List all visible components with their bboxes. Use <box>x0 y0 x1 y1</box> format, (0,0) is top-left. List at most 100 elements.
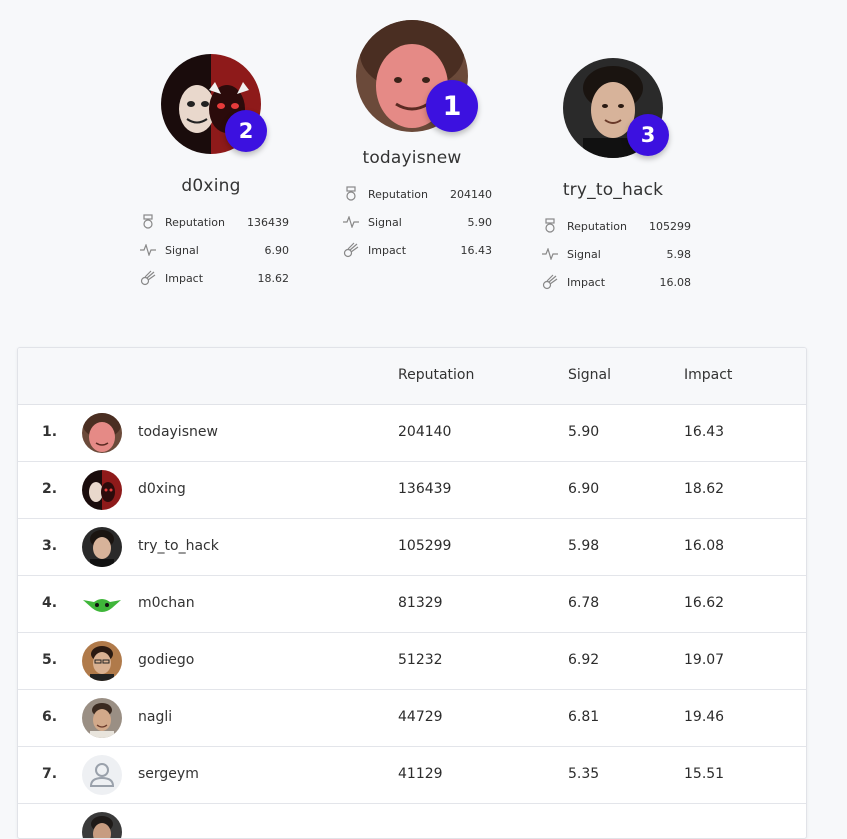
rank-badge: 1 <box>426 80 478 132</box>
medal-icon <box>139 213 157 231</box>
medal-icon <box>541 217 559 235</box>
impact-stat: Impact 16.43 <box>342 236 492 264</box>
table-row[interactable]: 3. try_to_hack 105299 5.98 16.08 <box>18 519 806 576</box>
reputation-stat: Reputation 105299 <box>541 212 691 240</box>
rank-number: 5. <box>42 652 58 668</box>
table-row[interactable]: 6. nagli 44729 6.81 19.46 <box>18 690 806 747</box>
signal-header[interactable]: Signal <box>568 367 611 383</box>
avatar[interactable] <box>82 413 122 453</box>
stat-label: Reputation <box>368 187 428 201</box>
avatar[interactable] <box>82 527 122 567</box>
stat-label: Impact <box>567 275 606 289</box>
rank-number: 7. <box>42 766 58 782</box>
medal-icon <box>342 185 360 203</box>
pulse-icon <box>139 241 157 259</box>
impact-value: 16.43 <box>684 424 725 440</box>
rank-badge: 3 <box>627 114 669 156</box>
stat-value: 204140 <box>450 187 492 201</box>
impact-value: 15.51 <box>684 766 725 782</box>
impact-value: 18.62 <box>684 481 725 497</box>
table-row[interactable]: 1. todayisnew 204140 5.90 16.43 <box>18 405 806 462</box>
username[interactable]: try_to_hack <box>138 538 219 554</box>
table-header: Reputation Signal Impact <box>18 348 806 405</box>
reputation-stat: Reputation 204140 <box>342 180 492 208</box>
avatar[interactable] <box>82 641 122 681</box>
username[interactable]: m0chan <box>138 595 195 611</box>
podium-stats: Reputation 136439 Signal 6.90 Impact 18.… <box>139 208 289 292</box>
podium-card-3: 3 try_to_hack Reputation 105299 Signal 5… <box>513 58 713 290</box>
username[interactable]: nagli <box>138 709 172 725</box>
table-row[interactable]: 5. godiego 51232 6.92 19.07 <box>18 633 806 690</box>
comet-icon <box>342 241 360 259</box>
stat-value: 16.43 <box>460 243 493 257</box>
podium-stats: Reputation 105299 Signal 5.98 Impact 16.… <box>541 212 691 296</box>
rank-number: 4. <box>42 595 58 611</box>
impact-stat: Impact 16.08 <box>541 268 691 296</box>
username[interactable]: d0xing <box>138 481 186 497</box>
signal-stat: Signal 6.90 <box>139 236 289 264</box>
podium-username[interactable]: todayisnew <box>312 148 512 168</box>
pulse-icon <box>342 213 360 231</box>
podium-card-1: 1 todayisnew Reputation 204140 Signal 5.… <box>312 20 512 258</box>
stat-value: 6.90 <box>264 243 290 257</box>
podium-card-2: 2 d0xing Reputation 136439 Signal 6.90 I… <box>111 54 311 286</box>
rank-number: 3. <box>42 538 58 554</box>
leaderboard-table: Reputation Signal Impact 1. todayisnew 2… <box>17 347 807 839</box>
reputation-value: 41129 <box>398 766 443 782</box>
rank-number: 6. <box>42 709 58 725</box>
stat-label: Signal <box>368 215 402 229</box>
reputation-value: 81329 <box>398 595 443 611</box>
avatar[interactable] <box>82 812 122 838</box>
impact-value: 19.46 <box>684 709 725 725</box>
stat-label: Impact <box>165 271 204 285</box>
rank-badge: 2 <box>225 110 267 152</box>
reputation-stat: Reputation 136439 <box>139 208 289 236</box>
signal-value: 5.35 <box>568 766 600 782</box>
reputation-value: 136439 <box>398 481 452 497</box>
stat-value: 5.98 <box>666 247 692 261</box>
stat-label: Reputation <box>567 219 627 233</box>
table-row[interactable] <box>18 804 806 838</box>
table-row[interactable]: 4. m0chan 81329 6.78 16.62 <box>18 576 806 633</box>
avatar[interactable] <box>82 698 122 738</box>
stat-value: 18.62 <box>257 271 290 285</box>
impact-header[interactable]: Impact <box>684 367 732 383</box>
impact-value: 16.08 <box>684 538 725 554</box>
table-row[interactable]: 7. sergeym 41129 5.35 15.51 <box>18 747 806 804</box>
stat-label: Impact <box>368 243 407 257</box>
rank-number: 2. <box>42 481 58 497</box>
signal-value: 6.78 <box>568 595 600 611</box>
stat-value: 16.08 <box>659 275 692 289</box>
reputation-value: 204140 <box>398 424 452 440</box>
signal-value: 5.90 <box>568 424 600 440</box>
reputation-header[interactable]: Reputation <box>398 367 474 383</box>
avatar[interactable] <box>82 584 122 624</box>
signal-value: 5.98 <box>568 538 600 554</box>
impact-value: 16.62 <box>684 595 725 611</box>
avatar[interactable] <box>82 470 122 510</box>
username[interactable]: sergeym <box>138 766 199 782</box>
impact-value: 19.07 <box>684 652 725 668</box>
podium-username[interactable]: d0xing <box>111 176 311 196</box>
default-user-icon[interactable] <box>82 755 122 795</box>
stat-label: Reputation <box>165 215 225 229</box>
comet-icon <box>139 269 157 287</box>
username[interactable]: todayisnew <box>138 424 218 440</box>
signal-value: 6.92 <box>568 652 600 668</box>
signal-value: 6.81 <box>568 709 600 725</box>
stat-value: 105299 <box>649 219 691 233</box>
stat-value: 5.90 <box>467 215 493 229</box>
reputation-value: 44729 <box>398 709 443 725</box>
table-row[interactable]: 2. d0xing 136439 6.90 18.62 <box>18 462 806 519</box>
stat-value: 136439 <box>247 215 289 229</box>
signal-value: 6.90 <box>568 481 600 497</box>
stat-label: Signal <box>165 243 199 257</box>
username[interactable]: godiego <box>138 652 194 668</box>
reputation-value: 105299 <box>398 538 452 554</box>
signal-stat: Signal 5.90 <box>342 208 492 236</box>
podium-username[interactable]: try_to_hack <box>513 180 713 200</box>
impact-stat: Impact 18.62 <box>139 264 289 292</box>
comet-icon <box>541 273 559 291</box>
rank-number: 1. <box>42 424 58 440</box>
pulse-icon <box>541 245 559 263</box>
